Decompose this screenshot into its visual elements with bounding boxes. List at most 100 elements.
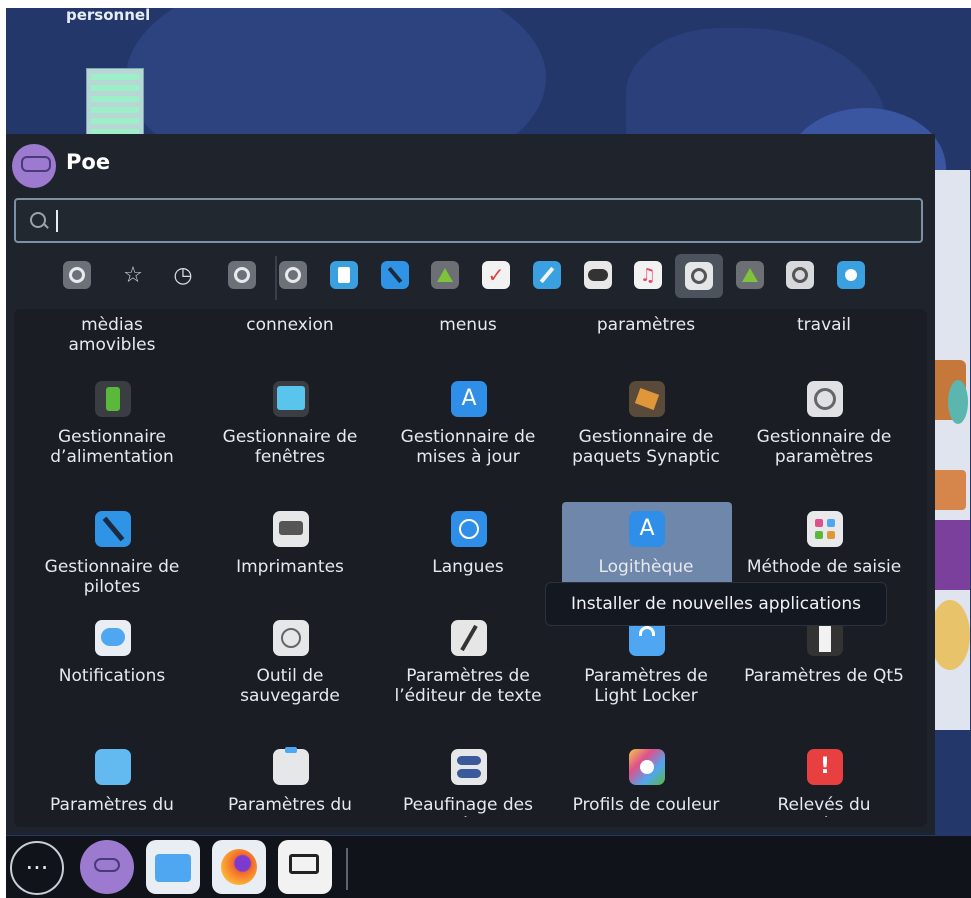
user-name: Poe: [66, 150, 111, 174]
pencil-icon: [451, 620, 487, 656]
octopus-icon: [94, 858, 120, 872]
gear-icon: [228, 261, 256, 289]
category-multimedia[interactable]: ♫: [631, 258, 665, 292]
firefox-icon: [221, 849, 257, 885]
app-label: Notifications: [58, 666, 166, 686]
window-icon: [273, 381, 309, 417]
folder-icon: [155, 854, 191, 882]
category-favorites[interactable]: ☆: [116, 258, 150, 292]
app-label[interactable]: connexion: [205, 315, 375, 335]
gear-icon: [807, 381, 843, 417]
color-profile-icon: [629, 749, 665, 785]
category-accessories[interactable]: [834, 258, 868, 292]
category-settings-selected[interactable]: [675, 254, 723, 298]
clock-icon: [273, 620, 309, 656]
clipboard-icon: [273, 747, 309, 785]
chat-bubble-icon: [95, 620, 131, 656]
gear-icon: [786, 261, 814, 289]
desktop-folder-label[interactable]: personnel: [66, 8, 150, 24]
category-bar: ☆ ◷ ✓ ♫: [60, 254, 890, 300]
app-label: Langues: [432, 557, 504, 577]
music-icon: ♫: [634, 261, 662, 289]
user-avatar[interactable]: [12, 144, 56, 188]
app-store-icon: A: [451, 381, 487, 417]
app-label[interactable]: mèdias amovibles: [27, 315, 197, 355]
alert-icon: !: [807, 749, 843, 785]
category-development[interactable]: [378, 258, 412, 292]
flask-icon: [431, 261, 459, 289]
category-productivity[interactable]: ✓: [479, 258, 513, 292]
tools-icon: [837, 261, 865, 289]
wallpaper-shape: [930, 470, 966, 510]
app-label: Méthode de saisie: [746, 557, 902, 577]
star-icon: ☆: [123, 262, 143, 288]
category-internet[interactable]: [530, 258, 564, 292]
battery-icon: [95, 381, 131, 417]
app-label: Peaufinage des fenêtres: [403, 795, 533, 817]
clock-icon: ◷: [173, 262, 193, 288]
keyboard-icon: [807, 511, 843, 547]
app-label: Paramètres de l’éditeur de texte: [394, 666, 542, 706]
app-label: Paramètres de Qt5: [744, 666, 904, 686]
desktop-spreadsheet-icon[interactable]: [86, 68, 144, 157]
toggle-icon: [451, 749, 487, 785]
app-label: Relevés du système: [777, 795, 871, 817]
document-icon: [330, 261, 358, 289]
app-store-icon: A: [629, 511, 665, 547]
gamepad-icon: [584, 261, 612, 289]
app-menu-button[interactable]: ···: [10, 841, 64, 895]
category-recent[interactable]: ◷: [166, 258, 200, 292]
app-label: Gestionnaire de mises à jour: [400, 427, 536, 467]
files-launcher[interactable]: [146, 840, 200, 894]
app-label: Gestionnaire de paquets Synaptic: [572, 427, 720, 467]
dots-icon: ···: [25, 854, 49, 882]
gear-icon: [685, 262, 713, 290]
category-science[interactable]: [733, 258, 767, 292]
poe-app-launcher[interactable]: [80, 840, 134, 894]
globe-icon: [451, 511, 487, 547]
hammer-icon: [381, 261, 409, 289]
search-icon: [30, 212, 46, 228]
category-settings[interactable]: [225, 258, 259, 292]
app-label: Profils de couleur: [572, 795, 720, 815]
wallpaper-shape: [930, 520, 970, 590]
category-system[interactable]: [276, 258, 310, 292]
app-label: Outil de sauvegarde: [240, 666, 340, 706]
tooltip: Installer de nouvelles applications: [545, 582, 887, 626]
dock-separator: [346, 848, 348, 890]
wallpaper-shape: [930, 600, 970, 670]
app-label: Paramètres de Light Locker: [584, 666, 708, 706]
printer-icon: [273, 511, 309, 547]
category-other[interactable]: [783, 258, 817, 292]
firefox-launcher[interactable]: [212, 840, 266, 894]
category-all-applications[interactable]: [60, 258, 94, 292]
app-label: Paramètres du gestionnaire de: [224, 795, 356, 817]
wallpaper-shape: [948, 380, 968, 424]
flask-icon: [736, 261, 764, 289]
app-label: Gestionnaire de paramètres: [756, 427, 892, 467]
checkmark-icon: ✓: [482, 261, 510, 289]
app-label: Paramètres du bureau: [50, 795, 174, 817]
hammer-icon: [95, 511, 131, 547]
folder-icon: [95, 749, 131, 785]
app-label: Gestionnaire de fenêtres: [222, 427, 358, 467]
app-label[interactable]: travail: [739, 315, 909, 335]
app-label: Logithèque: [598, 557, 694, 577]
text-cursor: [56, 210, 58, 232]
gear-icon: [63, 261, 91, 289]
category-games[interactable]: [581, 258, 615, 292]
app-label: Gestionnaire d’alimentation: [50, 427, 174, 467]
search-input[interactable]: [14, 198, 923, 243]
app-label[interactable]: menus: [383, 315, 553, 335]
app-label[interactable]: paramètres: [561, 315, 731, 335]
app-label: Gestionnaire de pilotes: [44, 557, 180, 597]
compass-icon: [533, 261, 561, 289]
display-settings-launcher[interactable]: [278, 840, 332, 894]
gear-icon: [279, 261, 307, 289]
app-label: Imprimantes: [236, 557, 344, 577]
applications-grid: mèdias amovibles connexion menus paramèt…: [14, 309, 927, 827]
package-icon: [629, 381, 665, 417]
monitor-icon: [289, 854, 319, 874]
category-education[interactable]: [428, 258, 462, 292]
category-office[interactable]: [327, 258, 361, 292]
